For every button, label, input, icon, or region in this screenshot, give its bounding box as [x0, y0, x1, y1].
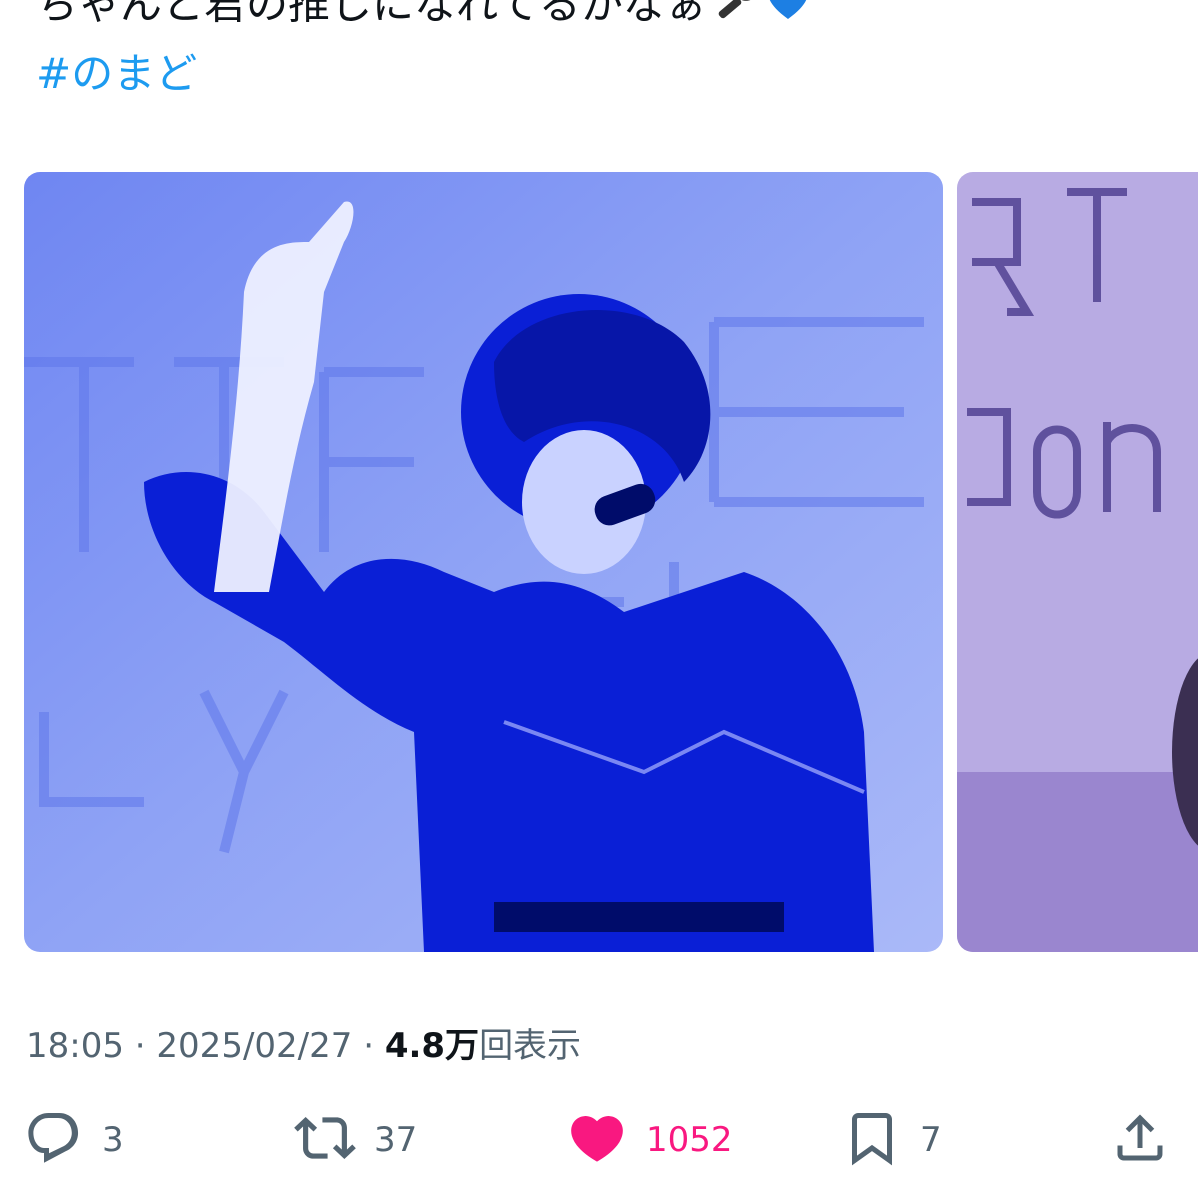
- hashtag-link[interactable]: #のまど: [36, 46, 197, 102]
- bookmark-button[interactable]: 7: [842, 1108, 942, 1172]
- share-icon: [1110, 1108, 1170, 1172]
- tweet-meta: 18:05 · 2025/02/27 · 4.8万回表示: [26, 1022, 581, 1070]
- concert-photo-next[interactable]: [957, 172, 1198, 952]
- like-count: 1052: [646, 1120, 733, 1160]
- reply-icon: [24, 1108, 84, 1172]
- share-button[interactable]: [1110, 1108, 1170, 1172]
- bookmark-icon: [842, 1108, 902, 1172]
- microphone-emoji-icon: [713, 0, 759, 36]
- reply-button[interactable]: 3: [24, 1108, 124, 1172]
- views-label: 回表示: [479, 1026, 582, 1066]
- tweet-time[interactable]: 18:05: [26, 1026, 124, 1066]
- meta-separator: ·: [352, 1026, 385, 1066]
- tweet-date[interactable]: 2025/02/27: [156, 1026, 352, 1066]
- views-count: 4.8万: [384, 1026, 480, 1066]
- tweet-actions: 3 37 1052 7: [0, 1108, 1198, 1172]
- media-carousel[interactable]: [24, 172, 1198, 952]
- bookmark-count: 7: [920, 1120, 942, 1160]
- blue-heart-emoji-icon: [765, 0, 811, 36]
- retweet-button[interactable]: 37: [294, 1108, 417, 1172]
- reply-count: 3: [102, 1120, 124, 1160]
- heart-icon: [566, 1107, 628, 1173]
- tweet-text: ちゃんと君の推しになれてるかなぁ: [36, 0, 811, 36]
- meta-separator: ·: [123, 1026, 157, 1066]
- like-button[interactable]: 1052: [566, 1108, 733, 1172]
- tweet-body: ちゃんと君の推しになれてるかなぁ: [36, 0, 707, 29]
- retweet-icon: [294, 1107, 356, 1173]
- retweet-count: 37: [374, 1120, 418, 1160]
- concert-photo-main[interactable]: [24, 172, 943, 952]
